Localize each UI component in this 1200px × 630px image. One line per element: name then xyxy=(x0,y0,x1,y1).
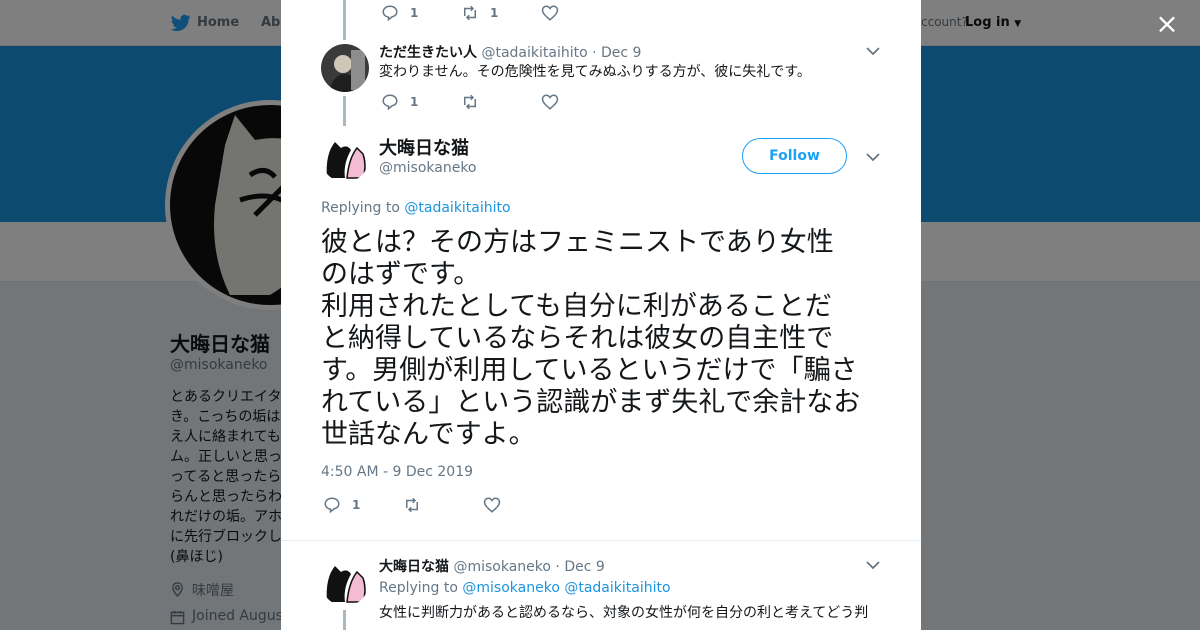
tweet-actions: 1 1 xyxy=(381,4,621,22)
replying-to: Replying to @misokaneko @tadaikitaihito xyxy=(379,580,671,596)
tweet-date[interactable]: Dec 9 xyxy=(601,45,641,61)
tweet-modal: 1 1 ただ生きたい人 @tadaikitaihito · Dec 9 変わりま… xyxy=(281,0,921,630)
chevron-down-icon[interactable] xyxy=(866,560,880,570)
tweet-actions: 1 xyxy=(381,93,621,111)
replying-to-link[interactable]: @misokaneko xyxy=(462,580,560,596)
retweet-count: 1 xyxy=(490,6,499,20)
like-button[interactable] xyxy=(541,4,621,22)
reply-icon xyxy=(382,5,398,22)
user-handle[interactable]: @misokaneko xyxy=(453,559,551,575)
retweet-icon xyxy=(464,5,476,21)
reply-count: 1 xyxy=(352,498,361,512)
user-name[interactable]: ただ生きたい人 xyxy=(379,45,477,61)
cat-avatar-image xyxy=(321,134,369,182)
user-name[interactable]: 大晦日な猫 xyxy=(379,559,449,575)
replying-to-label: Replying to xyxy=(321,200,400,216)
tweet-text: 女性に判断力があると認めるなら、対象の女性が何を自分の利と考えてどう判 xyxy=(379,605,869,621)
retweet-icon xyxy=(406,497,418,513)
retweet-icon xyxy=(464,94,476,110)
reply-button[interactable]: 1 xyxy=(381,4,461,22)
separator-dot: · xyxy=(592,45,597,61)
person-avatar-image xyxy=(321,44,369,92)
retweet-button[interactable]: 1 xyxy=(461,4,541,22)
reply-button[interactable]: 1 xyxy=(323,496,403,514)
user-avatar[interactable] xyxy=(321,44,369,92)
heart-icon xyxy=(541,5,559,21)
cat-avatar-image xyxy=(321,558,369,606)
heart-icon xyxy=(541,94,559,110)
tweet-date[interactable]: Dec 9 xyxy=(564,559,604,575)
like-button[interactable] xyxy=(483,496,563,514)
separator-dot: · xyxy=(555,559,560,575)
divider xyxy=(281,540,921,541)
chevron-down-icon[interactable] xyxy=(866,46,880,56)
tweet-timestamp[interactable]: 4:50 AM - 9 Dec 2019 xyxy=(321,464,473,480)
chevron-down-icon[interactable] xyxy=(866,152,880,162)
tweet-header: 大晦日な猫 @misokaneko · Dec 9 xyxy=(379,556,605,576)
replying-to-label: Replying to xyxy=(379,580,458,596)
reply-icon xyxy=(382,94,398,111)
tweet-text: 変わりません。その危険性を見てみぬふりする方が、彼に失礼です。 xyxy=(379,64,811,80)
retweet-button[interactable] xyxy=(403,496,483,514)
main-tweet-user-name[interactable]: 大晦日な猫 xyxy=(379,134,469,160)
reply-button[interactable]: 1 xyxy=(381,93,461,111)
thread-line xyxy=(343,610,346,630)
retweet-button[interactable] xyxy=(461,93,541,111)
main-tweet-text: 彼とは？その方はフェミニストであり女性 のはずです。 利用されたとしても自分に利… xyxy=(321,227,861,450)
user-avatar[interactable] xyxy=(321,558,369,606)
like-button[interactable] xyxy=(541,93,621,111)
tweet-header: ただ生きたい人 @tadaikitaihito · Dec 9 xyxy=(379,42,641,62)
replying-to: Replying to @tadaikitaihito xyxy=(321,200,511,216)
user-handle[interactable]: @tadaikitaihito xyxy=(481,45,587,61)
main-tweet-user-handle[interactable]: @misokaneko xyxy=(379,160,477,176)
reply-icon xyxy=(324,497,340,514)
user-avatar[interactable] xyxy=(321,134,369,182)
main-tweet-actions: 1 xyxy=(323,496,563,514)
heart-icon xyxy=(483,497,501,513)
replying-to-link[interactable]: @tadaikitaihito xyxy=(564,580,670,596)
reply-count: 1 xyxy=(410,95,419,109)
replying-to-link[interactable]: @tadaikitaihito xyxy=(404,200,510,216)
reply-count: 1 xyxy=(410,6,419,20)
close-icon[interactable]: × xyxy=(1152,9,1182,39)
follow-button[interactable]: Follow xyxy=(742,138,847,174)
thread-line xyxy=(343,96,346,126)
thread-line xyxy=(343,0,346,40)
